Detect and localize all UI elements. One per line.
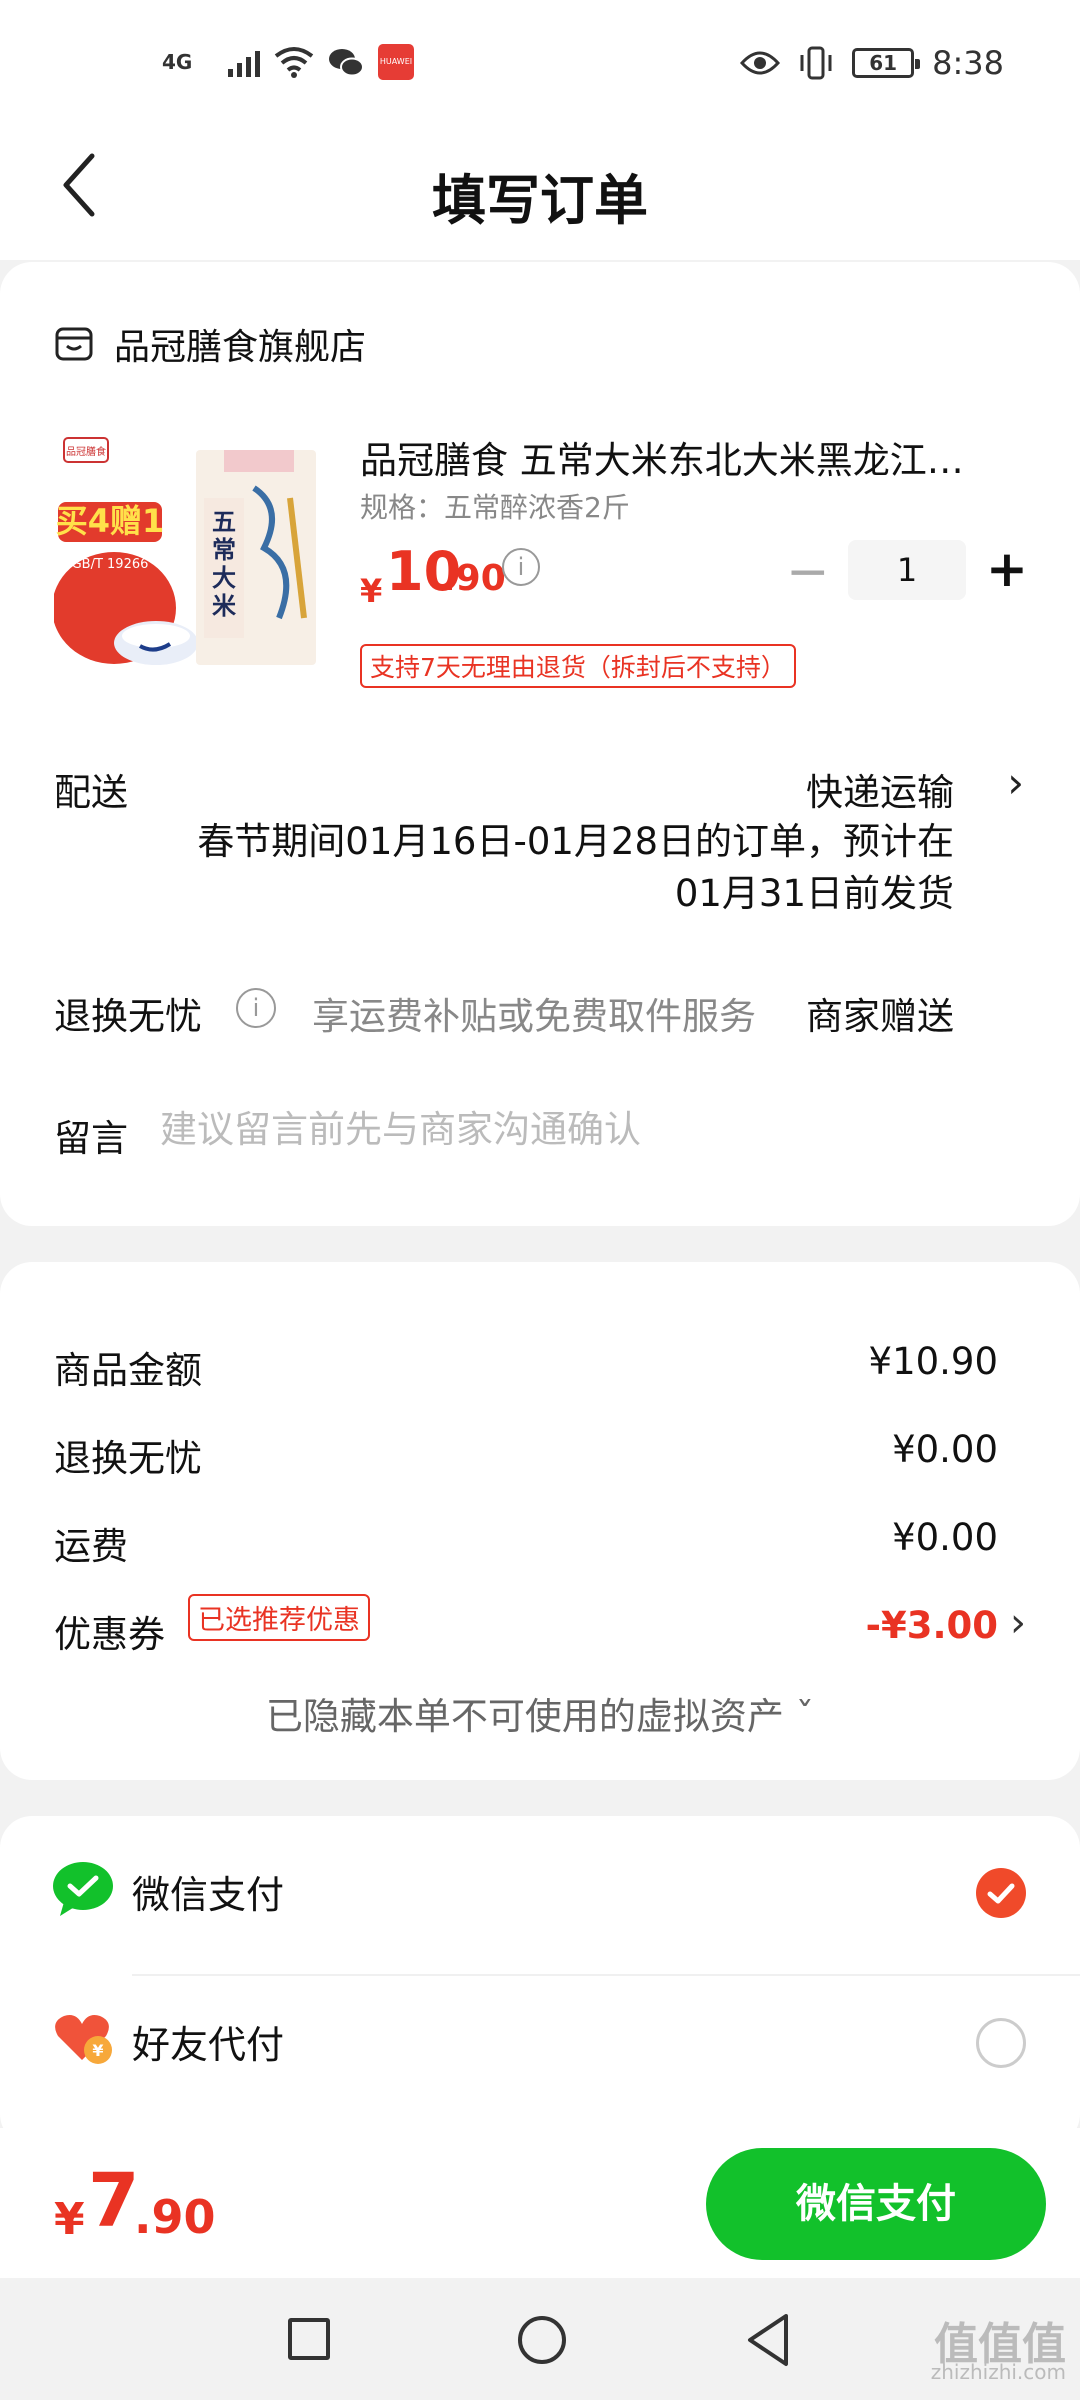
subtotal-value: ¥10.90: [868, 1340, 998, 1383]
payment-option-friend[interactable]: ¥ 好友代付: [0, 1966, 1080, 2116]
total-currency: ¥: [54, 2194, 85, 2245]
total-decimal: .90: [134, 2190, 216, 2244]
wifi-icon: [274, 47, 314, 78]
coupon-value[interactable]: -¥3.00: [866, 1604, 998, 1647]
return-worry-desc: 享运费补贴或免费取件服务: [312, 995, 756, 1038]
image-promo-text: 买4赠1: [56, 502, 165, 540]
price-currency: ¥: [360, 572, 383, 610]
order-card: 品冠膳食旗舰店 品冠膳食 买4赠1 GB/T 19266 五 常 大 米 品冠膳…: [0, 262, 1080, 1226]
return-fee-value: ¥0.00: [892, 1428, 998, 1471]
message-label: 留言: [54, 1117, 128, 1160]
shop-row[interactable]: 品冠膳食旗舰店: [54, 318, 366, 370]
shipping-value: ¥0.00: [892, 1516, 998, 1559]
network-type: 4G: [162, 50, 193, 74]
recent-apps-icon[interactable]: [288, 2318, 330, 2360]
status-time: 8:38: [932, 44, 1004, 82]
vibrate-icon: [800, 46, 832, 80]
wechat-icon: [329, 49, 364, 77]
battery-level: 61: [869, 51, 898, 75]
checked-icon[interactable]: [976, 1868, 1026, 1918]
system-back-icon[interactable]: [744, 2312, 794, 2368]
coupon-tag: 已选推荐优惠: [188, 1594, 370, 1641]
system-nav-bar: 值值值 zhizhizhi.com: [0, 2278, 1080, 2400]
quantity-minus-button[interactable]: −: [786, 546, 830, 598]
pay-button[interactable]: 微信支付: [706, 2148, 1046, 2260]
return-worry-value: 商家赠送: [806, 995, 954, 1038]
payment-card: 微信支付 ¥ 好友代付: [0, 1816, 1080, 2146]
quantity-value[interactable]: 1: [848, 540, 966, 600]
shipping-label: 运费: [54, 1525, 128, 1568]
status-left: 4G HUAWEI: [162, 44, 414, 80]
shop-icon: [55, 327, 93, 361]
watermark-url: zhizhizhi.com: [930, 2360, 1066, 2384]
return-fee-label: 退换无忧: [54, 1437, 202, 1480]
huawei-app-icon: HUAWEI: [378, 44, 414, 80]
quantity-plus-button[interactable]: +: [986, 544, 1028, 594]
return-worry-label: 退换无忧: [54, 995, 202, 1038]
product-spec: 规格：五常醉浓香2斤: [360, 491, 630, 524]
status-bar: 4G HUAWEI 61 8:38: [0, 0, 1080, 120]
return-policy-tag: 支持7天无理由退货（拆封后不支持）: [360, 644, 796, 688]
image-gb-text: GB/T 19266: [72, 557, 149, 572]
coupon-label: 优惠券: [54, 1613, 165, 1656]
shop-name: 品冠膳食旗舰店: [114, 327, 367, 368]
battery-icon: 61: [852, 48, 921, 78]
total-integer: 7: [88, 2158, 140, 2244]
payment-label: 微信支付: [132, 1873, 285, 1917]
message-input[interactable]: [160, 1108, 1020, 1151]
image-brand-badge: 品冠膳食: [66, 445, 106, 458]
home-icon[interactable]: [518, 2316, 566, 2364]
payment-option-wechat[interactable]: 微信支付: [0, 1816, 1080, 1976]
price-decimal: .90: [442, 558, 506, 599]
signal-icon: [228, 47, 260, 77]
nav-header: 填写订单: [0, 120, 1080, 260]
eye-icon: [740, 51, 781, 75]
chevron-right-icon[interactable]: ›: [1010, 1600, 1026, 1646]
product-title[interactable]: 品冠膳食 五常大米东北大米黑龙江…: [360, 430, 1010, 484]
huawei-label: HUAWEI: [379, 57, 413, 66]
svg-text:¥: ¥: [92, 2041, 103, 2060]
wechat-pay-icon: [53, 1862, 113, 1916]
svg-text:米: 米: [212, 592, 236, 620]
subtotal-label: 商品金额: [54, 1349, 202, 1392]
svg-text:大: 大: [212, 564, 236, 592]
delivery-method[interactable]: 快递运输: [806, 762, 954, 816]
delivery-note: 春节期间01月16日-01月28日的订单，预计在01月31日前发货: [197, 820, 954, 915]
product-image[interactable]: 品冠膳食 买4赠1 GB/T 19266 五 常 大 米: [54, 418, 324, 680]
svg-text:常: 常: [212, 536, 236, 564]
return-info-icon[interactable]: i: [236, 988, 276, 1028]
friend-pay-icon: ¥: [55, 2015, 112, 2064]
bottom-pay-bar: ¥ 7 .90 微信支付: [0, 2128, 1080, 2278]
hidden-assets-toggle[interactable]: 已隐藏本单不可使用的虚拟资产 ˇ: [0, 1686, 1080, 1740]
price-info-icon[interactable]: i: [502, 548, 540, 586]
payment-label: 好友代付: [132, 2023, 285, 2067]
unchecked-icon[interactable]: [976, 2018, 1026, 2068]
status-right: 61 8:38: [740, 44, 1004, 82]
price-summary-card: 商品金额 ¥10.90 退换无忧 ¥0.00 运费 ¥0.00 优惠券 已选推荐…: [0, 1262, 1080, 1780]
delivery-label: 配送: [54, 771, 128, 814]
page-title: 填写订单: [432, 169, 648, 232]
svg-text:五: 五: [212, 508, 236, 536]
chevron-right-icon[interactable]: ›: [1007, 758, 1024, 807]
